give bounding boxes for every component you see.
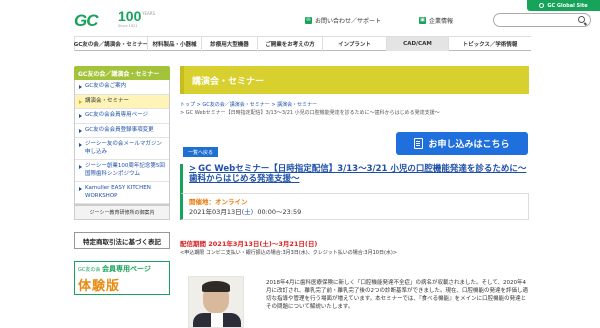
breadcrumb: トップ > GC友の会／講演会・セミナー > 講演会・セミナー > GC Web…	[180, 102, 440, 116]
nav-item[interactable]: GC友の会／講演会・セミナー	[74, 37, 148, 51]
contact-link-label: お問い合わせ／サポート	[315, 18, 382, 25]
event-date: 2021年03月13日	[189, 208, 242, 216]
page-title: 講演会・セミナー	[180, 66, 529, 94]
nav-item[interactable]: 材料製品・小器械	[147, 37, 201, 51]
member-page-trial-banner[interactable]: GC友の会 会員専用ページ 体験版	[74, 261, 170, 295]
company-link[interactable]: ▣ 企業情報	[419, 16, 453, 25]
gc-logo[interactable]: GC	[74, 11, 98, 31]
breadcrumb-seminar[interactable]: 講演会・セミナー	[277, 102, 317, 108]
sidebar-list: GC友の会ご案内 講演会・セミナー GC友の会会員専用ページ GC友の会会員登録事項変…	[74, 80, 170, 205]
venue-value: オンライン	[215, 198, 248, 206]
main-content: 講演会・セミナー トップ > GC友の会／講演会・セミナー > 講演会・セミナー…	[180, 66, 529, 328]
event-info-box: 開催地：オンライン 2021年03月13日(土) 00:00～23:59	[180, 193, 529, 220]
contact-link[interactable]: ✉ お問い合わせ／サポート	[305, 16, 381, 25]
apply-button[interactable]: お申し込みはこちら	[396, 132, 528, 155]
company-link-label: 企業情報	[429, 18, 454, 25]
event-title-text: GC Webセミナー【日時指定配信】3/13～3/21 小児の口腔機能発達を診る…	[189, 164, 527, 184]
banner-caption: GC友の会 会員専用ページ	[78, 264, 166, 274]
banner-big-text: 体験版	[78, 279, 121, 294]
venue-line: 開催地：オンライン	[189, 197, 522, 207]
breadcrumb-current: GC Webセミナー【日時指定配信】3/13～3/21 小児の口腔機能発達を診る…	[185, 110, 440, 116]
anniversary-logo: 100 YEARS Since 1921	[118, 8, 156, 28]
breadcrumb-top[interactable]: トップ	[180, 102, 195, 108]
lecturer-photo	[188, 276, 244, 328]
application-deadline-note: <申込期限 コンビニ支払い・銀行振込の場合:3月3日(水)、クレジット払いの場合…	[180, 250, 398, 256]
nav-item[interactable]: トピックス／学術情報	[448, 37, 531, 51]
global-site-label: GC Global Site	[547, 2, 588, 9]
training-institute-link[interactable]: ジーシー教育研修所の御案内	[74, 205, 170, 220]
global-site-button[interactable]: GC Global Site	[527, 0, 600, 11]
banner-mid-text: 会員専用ページ	[101, 265, 151, 273]
sidebar-item[interactable]: Kamuller EASY KITCHEN WORKSHOP	[75, 182, 169, 204]
venue-label: 開催地：	[189, 198, 215, 206]
nav-item[interactable]: インプラント	[322, 37, 386, 51]
breadcrumb-gc-club[interactable]: GC友の会／講演会・セミナー	[202, 102, 269, 108]
anniversary-since: Since 1921	[118, 24, 138, 28]
chevron-right-icon: >	[189, 164, 197, 174]
banner-small-text: GC友の会	[78, 267, 101, 273]
event-description: 2018年4月に歯科医療保険に新しく「口腔機能発達不全症」の病名が収載されました…	[266, 280, 529, 310]
sidebar-item[interactable]: GC友の会会員専用ページ	[75, 109, 169, 124]
sidebar-item[interactable]: GC友の会会員登録事項変更	[75, 124, 169, 138]
sidebar-heading: GC友の会／講演会・セミナー	[74, 66, 170, 80]
back-to-list-button[interactable]: 一覧へ戻る	[183, 147, 218, 157]
search-input[interactable]	[493, 13, 591, 27]
mail-icon: ✉	[305, 17, 312, 24]
event-time: 00:00～23:59	[257, 208, 302, 216]
apply-button-label: お申し込みはこちら	[428, 140, 510, 150]
building-icon: ▣	[419, 17, 426, 24]
date-line: 2021年03月13日(土) 00:00～23:59	[189, 207, 522, 217]
event-title: > GC Webセミナー【日時指定配信】3/13～3/21 小児の口腔機能発達を診…	[189, 164, 529, 184]
event-title-box: > GC Webセミナー【日時指定配信】3/13～3/21 小児の口腔機能発達を診…	[180, 164, 529, 196]
global-nav: GC友の会／講演会・セミナー 材料製品・小器械 診療用大型機器 ご開業をお考えの方 イン…	[74, 36, 531, 51]
anniversary-number: 100	[118, 8, 142, 24]
anniversary-years: YEARS	[142, 11, 156, 16]
sidebar-item[interactable]: GC友の会ご案内	[75, 80, 169, 95]
sidebar-item[interactable]: ジーシー友の会メールマガジン申し込み	[75, 138, 169, 160]
sidebar-item[interactable]: ジーシー創業100周年記念第5回国際歯科シンポジウム	[75, 160, 169, 182]
nav-item[interactable]: CAD/CAM	[386, 37, 448, 51]
streaming-period: 配信期間 2021年3月13日(土)～3月21日(日)	[180, 240, 318, 248]
nav-item[interactable]: 診療用大型機器	[201, 37, 257, 51]
commercial-law-button[interactable]: 特定商取引法に基づく表記	[74, 232, 170, 249]
globe-icon	[539, 3, 545, 8]
sidebar-item[interactable]: 講演会・セミナー	[75, 94, 169, 109]
sidebar: GC友の会／講演会・セミナー GC友の会ご案内 講演会・セミナー GC友の会会員専用…	[74, 66, 170, 295]
form-icon	[414, 138, 424, 149]
event-day: (土)	[241, 208, 254, 216]
nav-item[interactable]: ご開業をお考えの方	[257, 37, 322, 51]
site-header: GC 100 YEARS Since 1921 GC Global Site ✉…	[0, 0, 600, 37]
search-icon[interactable]	[578, 16, 585, 23]
